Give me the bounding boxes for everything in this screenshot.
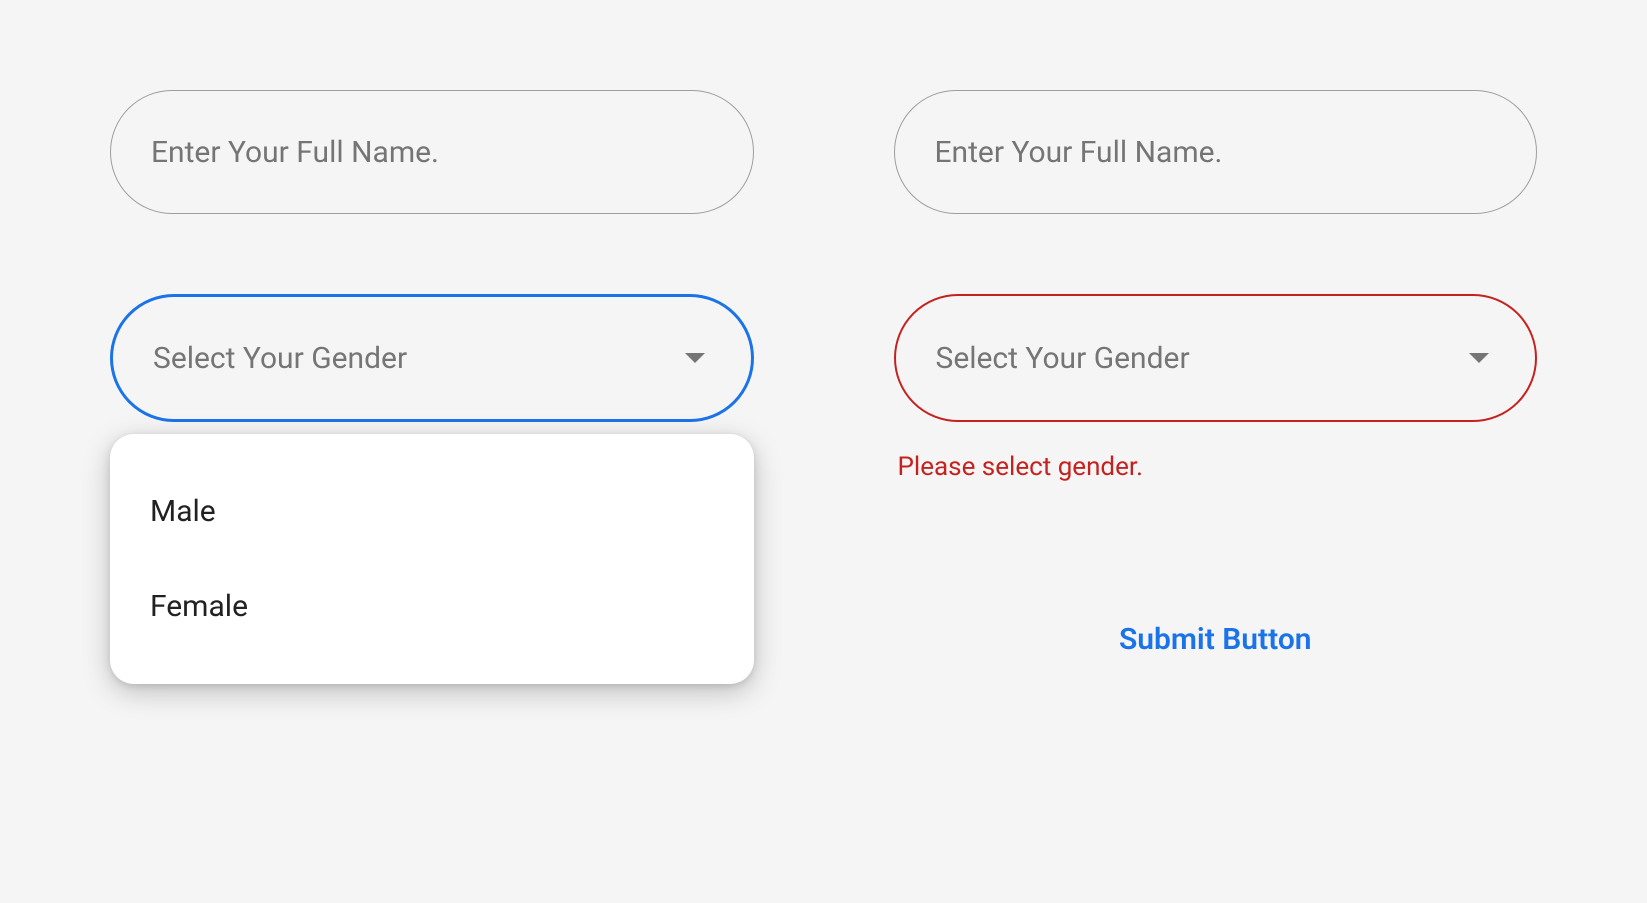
- caret-down-icon: [685, 353, 705, 363]
- caret-down-icon: [1469, 353, 1489, 363]
- gender-select-label-right: Select Your Gender: [936, 341, 1190, 376]
- gender-dropdown-menu: Male Female: [110, 434, 754, 684]
- full-name-input-right[interactable]: [894, 90, 1538, 214]
- left-form-column: Select Your Gender Male Female: [110, 90, 754, 667]
- form-container: Select Your Gender Male Female Select Yo…: [0, 0, 1647, 667]
- gender-select-left[interactable]: Select Your Gender: [110, 294, 754, 422]
- right-form-column: Select Your Gender Please select gender.…: [894, 90, 1538, 667]
- submit-button[interactable]: Submit Button: [1099, 612, 1332, 667]
- gender-select-wrapper-left: Select Your Gender Male Female: [110, 294, 754, 422]
- gender-select-wrapper-right: Select Your Gender Please select gender.: [894, 294, 1538, 482]
- gender-option-female[interactable]: Female: [110, 559, 754, 654]
- gender-select-label-left: Select Your Gender: [153, 341, 407, 376]
- gender-select-right[interactable]: Select Your Gender: [894, 294, 1538, 422]
- gender-option-male[interactable]: Male: [110, 464, 754, 559]
- full-name-input-left[interactable]: [110, 90, 754, 214]
- gender-error-message: Please select gender.: [894, 452, 1538, 482]
